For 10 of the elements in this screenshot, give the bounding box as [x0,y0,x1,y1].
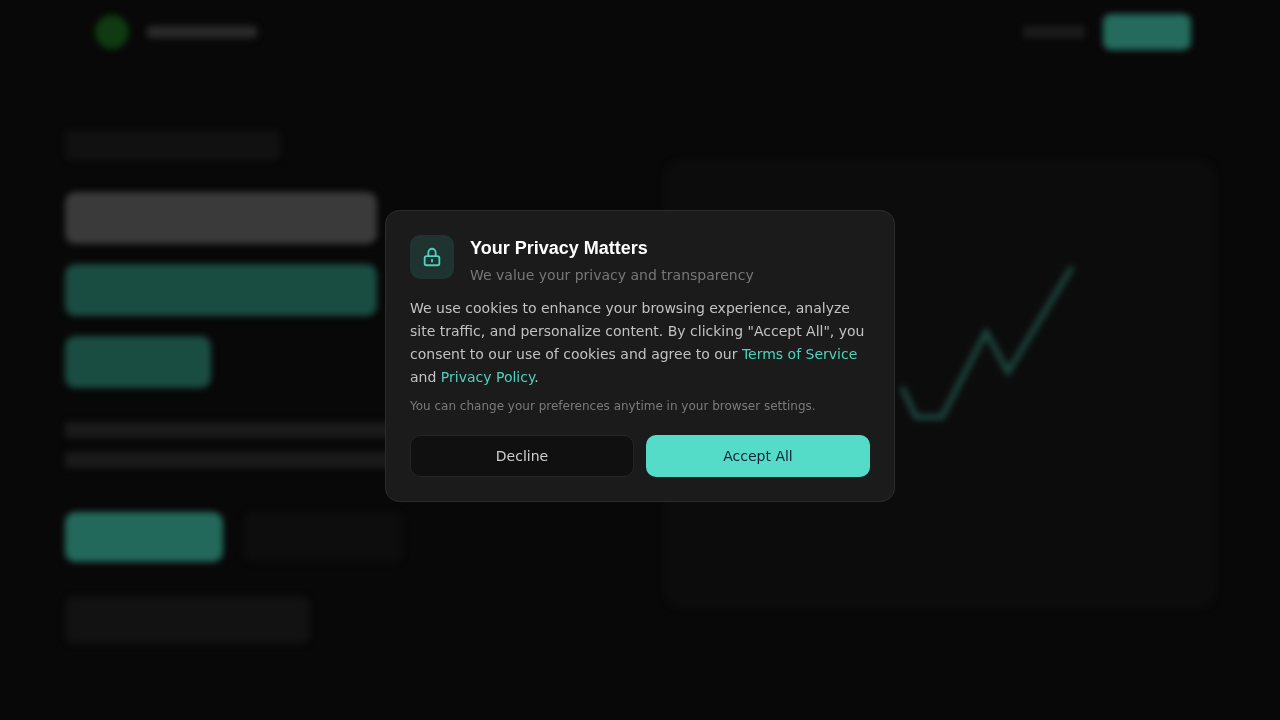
logo-icon [95,15,129,49]
policy-link[interactable]: Privacy Policy [440,369,535,385]
decline-button[interactable]: Decline [410,435,634,477]
dialog-title: Your Privacy Matters [470,238,649,259]
dialog-subtitle: We value your privacy and transparency [470,267,754,283]
accept-button[interactable]: Accept All [646,435,870,477]
policy-link[interactable]: Terms of Service [741,346,858,362]
settings-note: You can change your preferences anytime in your browser settings. [410,399,817,413]
lock-icon [410,235,454,279]
consent-text: We use cookies to enhance your browsing experience, analyze site traffic, and personalize content. By clicking "Accept All", you consent to our use of cookies and agree to our Terms of Service and Privacy Policy. [410,299,866,387]
